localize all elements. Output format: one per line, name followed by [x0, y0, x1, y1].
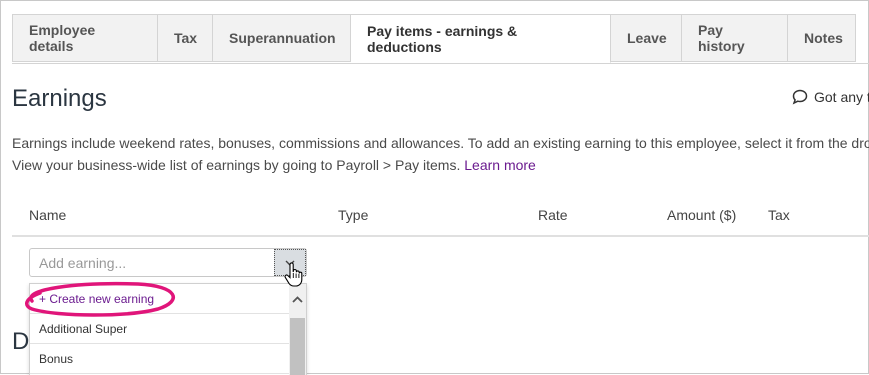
- scroll-thumb[interactable]: [290, 318, 305, 375]
- tab-pay-history[interactable]: Pay history: [682, 14, 788, 62]
- tab-pay-items[interactable]: Pay items - earnings & deductions: [351, 14, 611, 63]
- page-title: Earnings: [12, 85, 107, 112]
- table-header-divider: [12, 235, 869, 237]
- description-line-2: View your business-wide list of earnings…: [12, 154, 869, 176]
- tab-divider: [12, 63, 869, 64]
- dropdown-option-bonus[interactable]: Bonus: [30, 344, 290, 374]
- dropdown-option-additional-super[interactable]: Additional Super: [30, 314, 290, 344]
- dropdown-scrollbar[interactable]: [289, 284, 306, 375]
- speech-bubble-icon: [792, 89, 808, 105]
- tab-notes[interactable]: Notes: [788, 14, 856, 62]
- help-link[interactable]: Got any t: [792, 89, 869, 105]
- next-section-heading: D: [12, 328, 30, 355]
- tab-leave[interactable]: Leave: [611, 14, 682, 62]
- highlight-ring: [25, 281, 175, 317]
- add-earning-combobox[interactable]: [29, 248, 307, 277]
- help-label: Got any t: [814, 89, 869, 105]
- tab-superannuation[interactable]: Superannuation: [213, 14, 351, 62]
- add-earning-input[interactable]: [30, 249, 288, 276]
- learn-more-link[interactable]: Learn more: [464, 157, 536, 173]
- column-header-amount: Amount ($): [667, 207, 737, 223]
- column-header-rate: Rate: [538, 207, 568, 223]
- tab-employee-details[interactable]: Employee details: [12, 14, 158, 62]
- tab-tax[interactable]: Tax: [158, 14, 213, 62]
- hand-pointer-icon: [284, 262, 303, 287]
- column-header-type: Type: [338, 207, 369, 223]
- description-text: View your business-wide list of earnings…: [12, 157, 465, 173]
- chevron-up-icon: [292, 295, 303, 303]
- earnings-description: Earnings include weekend rates, bonuses,…: [12, 132, 869, 176]
- column-header-tax: Tax: [768, 207, 790, 223]
- column-header-name: Name: [29, 207, 67, 223]
- description-line-1: Earnings include weekend rates, bonuses,…: [12, 135, 869, 151]
- scroll-up-button[interactable]: [289, 292, 306, 306]
- tab-bar: Employee details Tax Superannuation Pay …: [12, 14, 856, 63]
